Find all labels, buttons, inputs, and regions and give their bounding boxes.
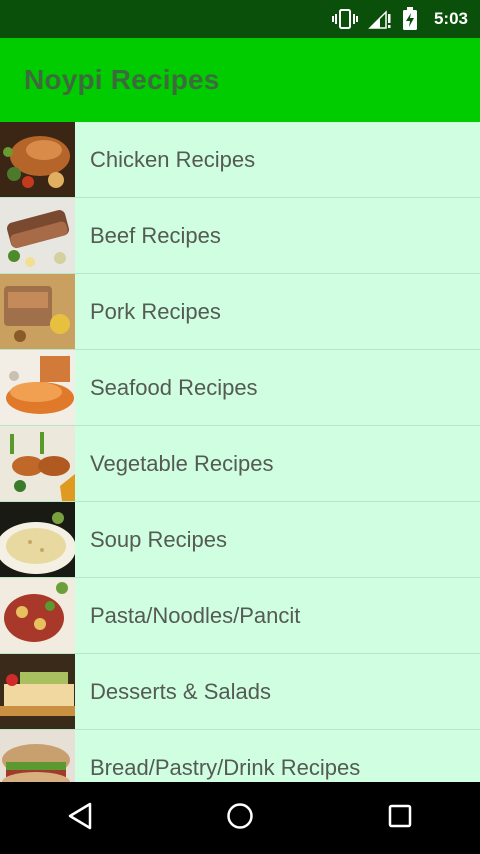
category-list[interactable]: Chicken Recipes Beef Recipes Pork Recipe… — [0, 122, 480, 782]
recents-button[interactable] — [360, 782, 440, 854]
category-row-seafood[interactable]: Seafood Recipes — [0, 350, 480, 426]
category-label: Pork Recipes — [90, 298, 221, 324]
category-label: Desserts & Salads — [90, 678, 271, 704]
recents-icon — [386, 802, 414, 835]
pork-dish-thumbnail — [0, 274, 75, 349]
category-row-pork[interactable]: Pork Recipes — [0, 274, 480, 350]
category-label: Chicken Recipes — [90, 146, 256, 172]
seafood-dish-thumbnail — [0, 350, 75, 425]
category-label: Pasta/Noodles/Pancit — [90, 602, 301, 628]
soup-dish-thumbnail — [0, 502, 75, 577]
app-title: Noypi Recipes — [24, 64, 220, 95]
status-time: 5:03 — [433, 9, 468, 28]
home-icon — [225, 801, 255, 836]
signal-icon — [368, 7, 392, 31]
beef-dish-thumbnail — [0, 198, 75, 273]
chicken-dish-thumbnail — [0, 122, 75, 197]
category-row-bread[interactable]: Bread/Pastry/Drink Recipes — [0, 730, 480, 782]
vibrate-icon — [331, 7, 358, 31]
category-row-chicken[interactable]: Chicken Recipes — [0, 122, 480, 198]
navigation-bar — [0, 782, 480, 854]
home-button[interactable] — [200, 782, 280, 854]
category-row-pasta[interactable]: Pasta/Noodles/Pancit — [0, 578, 480, 654]
battery-charging-icon — [402, 7, 418, 31]
category-label: Beef Recipes — [90, 222, 221, 248]
app-bar: Noypi Recipes — [0, 38, 480, 122]
dessert-dish-thumbnail — [0, 654, 75, 729]
category-label: Vegetable Recipes — [90, 450, 274, 476]
category-row-desserts[interactable]: Desserts & Salads — [0, 654, 480, 730]
bread-dish-thumbnail — [0, 730, 75, 782]
category-label: Bread/Pastry/Drink Recipes — [90, 754, 361, 780]
category-row-vegetable[interactable]: Vegetable Recipes — [0, 426, 480, 502]
vegetable-dish-thumbnail — [0, 426, 75, 501]
category-label: Seafood Recipes — [90, 374, 258, 400]
back-icon — [66, 801, 94, 836]
category-label: Soup Recipes — [90, 526, 227, 552]
category-row-soup[interactable]: Soup Recipes — [0, 502, 480, 578]
pasta-dish-thumbnail — [0, 578, 75, 653]
category-row-beef[interactable]: Beef Recipes — [0, 198, 480, 274]
back-button[interactable] — [40, 782, 120, 854]
status-bar: 5:03 — [0, 0, 480, 38]
